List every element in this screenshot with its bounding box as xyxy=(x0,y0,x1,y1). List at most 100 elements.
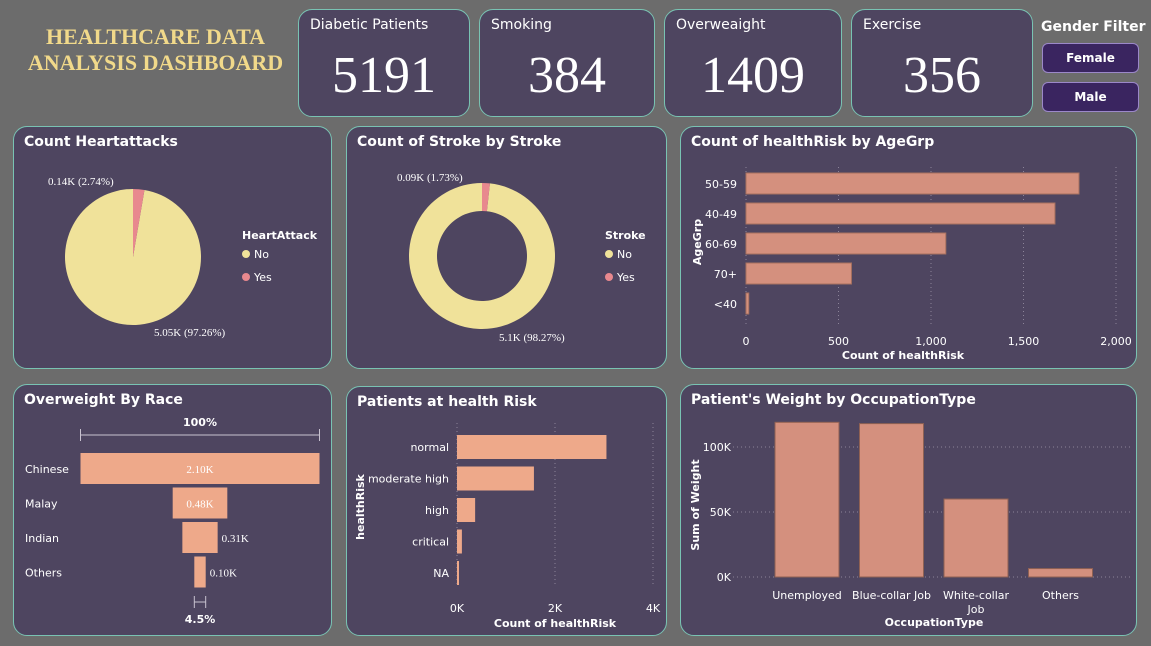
y-tick-label: 100K xyxy=(703,441,732,454)
category-label: Others xyxy=(25,567,62,580)
kpi-value: 1409 xyxy=(701,47,805,104)
data-label: 5.1K (98.27%) xyxy=(499,332,565,344)
bar xyxy=(457,561,459,585)
filter-female-button[interactable]: Female xyxy=(1042,43,1139,73)
x-tick-label: Job xyxy=(967,603,985,616)
bar xyxy=(745,172,1080,195)
legend-title: Stroke xyxy=(605,229,646,242)
data-label: 2.10K xyxy=(186,464,213,476)
legend-item: No xyxy=(617,248,632,261)
y-axis-label: healthRisk xyxy=(354,473,367,539)
x-axis-label: Count of healthRisk xyxy=(842,349,965,362)
agegrp-panel: Count of healthRisk by AgeGrp 0 500 1,000 1… xyxy=(680,126,1137,369)
legend-marker xyxy=(242,250,250,258)
bar xyxy=(745,292,750,315)
healthrisk-panel: Patients at health Risk 0K 2K 4K normal mode… xyxy=(346,386,667,636)
x-axis-label: OccupationType xyxy=(885,616,984,629)
bar xyxy=(859,423,924,578)
filter-male-button[interactable]: Male xyxy=(1042,82,1139,112)
bar xyxy=(745,262,852,285)
x-tick-label: 2K xyxy=(548,602,563,615)
occupation-column-chart: 0K 50K 100K Unemployed Blue-collar Job White-… xyxy=(689,421,1131,629)
kpi-label: Exercise xyxy=(863,17,922,33)
bar xyxy=(943,498,1009,578)
bar xyxy=(457,466,534,491)
legend-title: HeartAttack xyxy=(242,229,318,242)
kpi-card-overweight[interactable]: Overweaight 1409 xyxy=(664,9,842,117)
y-tick-label: moderate high xyxy=(368,473,449,486)
data-label: 0.14K (2.74%) xyxy=(48,176,114,188)
x-tick-label: White-collar xyxy=(943,589,1010,602)
y-tick-label: 40-49 xyxy=(705,208,737,221)
x-tick-label: 2,000 xyxy=(1100,335,1132,348)
y-tick-label: 60-69 xyxy=(705,238,737,251)
agegrp-bar-chart: 0 500 1,000 1,500 2,000 50-59 40-49 60-69 70+ <40… xyxy=(691,167,1132,362)
y-tick-label: 0K xyxy=(717,571,732,584)
race-panel: Overweight By Race 100% Chinese 2.10K Malay… xyxy=(13,384,332,636)
x-tick-label: 0K xyxy=(450,602,465,615)
x-tick-label: 1,000 xyxy=(915,335,947,348)
y-tick-label: NA xyxy=(433,567,449,580)
occupation-panel: Patient's Weight by OccupationType 0K 50K… xyxy=(680,384,1137,636)
legend-item: Yes xyxy=(253,271,272,284)
kpi-card-smoking[interactable]: Smoking 384 xyxy=(479,9,655,117)
funnel-top-label: 100% xyxy=(183,416,217,429)
kpi-value: 384 xyxy=(528,47,606,104)
x-tick-label: Others xyxy=(1042,589,1079,602)
kpi-card-diabetic[interactable]: Diabetic Patients 5191 xyxy=(298,9,470,117)
heartattack-pie-chart: 0.14K (2.74%) 5.05K (97.26%) HeartAttack No… xyxy=(48,176,318,339)
legend-marker xyxy=(605,273,613,281)
stroke-panel: Count of Stroke by Stroke 0.09K (1.73%) 5… xyxy=(346,126,667,369)
bar xyxy=(457,498,476,522)
category-label: Indian xyxy=(25,532,59,545)
stroke-donut-chart: 0.09K (1.73%) 5.1K (98.27%) Stroke No Yes xyxy=(397,172,646,344)
kpi-value: 356 xyxy=(903,47,981,104)
data-label: 0.48K xyxy=(186,499,213,511)
bar xyxy=(745,202,1056,225)
kpi-label: Smoking xyxy=(491,17,552,33)
x-tick-label: 1,500 xyxy=(1008,335,1040,348)
data-label: 0.10K xyxy=(210,568,237,580)
data-label: 5.05K (97.26%) xyxy=(154,327,226,339)
bar xyxy=(774,421,840,578)
category-label: Malay xyxy=(25,498,58,511)
kpi-value: 5191 xyxy=(332,47,436,104)
y-tick-label: high xyxy=(425,504,449,517)
y-tick-label: 50K xyxy=(710,506,732,519)
x-tick-label: Blue-collar Job xyxy=(852,589,931,602)
heartattack-panel: Count Heartattacks 0.14K (2.74%) 5.05K (9… xyxy=(13,126,332,369)
kpi-label: Diabetic Patients xyxy=(310,17,429,33)
x-tick-label: 500 xyxy=(828,335,849,348)
category-label: Chinese xyxy=(25,463,69,476)
y-tick-label: critical xyxy=(412,536,449,549)
legend-item: Yes xyxy=(616,271,635,284)
data-label: 0.09K (1.73%) xyxy=(397,172,463,184)
funnel-bar xyxy=(194,556,206,588)
x-tick-label: 4K xyxy=(646,602,661,615)
funnel-bar xyxy=(182,522,218,553)
legend-item: No xyxy=(254,248,269,261)
y-axis-label: Sum of Weight xyxy=(689,459,702,550)
kpi-label: Overweaight xyxy=(676,17,766,33)
y-axis-label: AgeGrp xyxy=(691,219,704,265)
healthrisk-bar-chart: 0K 2K 4K normal moderate high high critical NA C… xyxy=(354,423,661,630)
funnel-bottom-label: 4.5% xyxy=(185,613,216,626)
y-tick-label: <40 xyxy=(714,298,737,311)
bar xyxy=(745,232,947,255)
gender-filter-title: Gender Filter xyxy=(1041,19,1146,35)
bar xyxy=(457,529,462,554)
legend-marker xyxy=(605,250,613,258)
legend-marker xyxy=(242,273,250,281)
y-tick-label: 70+ xyxy=(714,268,737,281)
x-tick-label: Unemployed xyxy=(772,589,842,602)
dashboard-title: HEALTHCARE DATA ANALYSIS DASHBOARD xyxy=(27,24,284,75)
data-label: 0.31K xyxy=(222,533,249,545)
x-tick-label: 0 xyxy=(743,335,750,348)
race-funnel-chart: 100% Chinese 2.10K Malay 0.48K Indian 0.31K Oth… xyxy=(25,416,320,626)
bar xyxy=(1028,568,1093,578)
x-axis-label: Count of healthRisk xyxy=(494,617,617,630)
y-tick-label: 50-59 xyxy=(705,178,737,191)
y-tick-label: normal xyxy=(410,441,449,454)
kpi-card-exercise[interactable]: Exercise 356 xyxy=(851,9,1033,117)
pie-slice-no xyxy=(64,189,201,325)
